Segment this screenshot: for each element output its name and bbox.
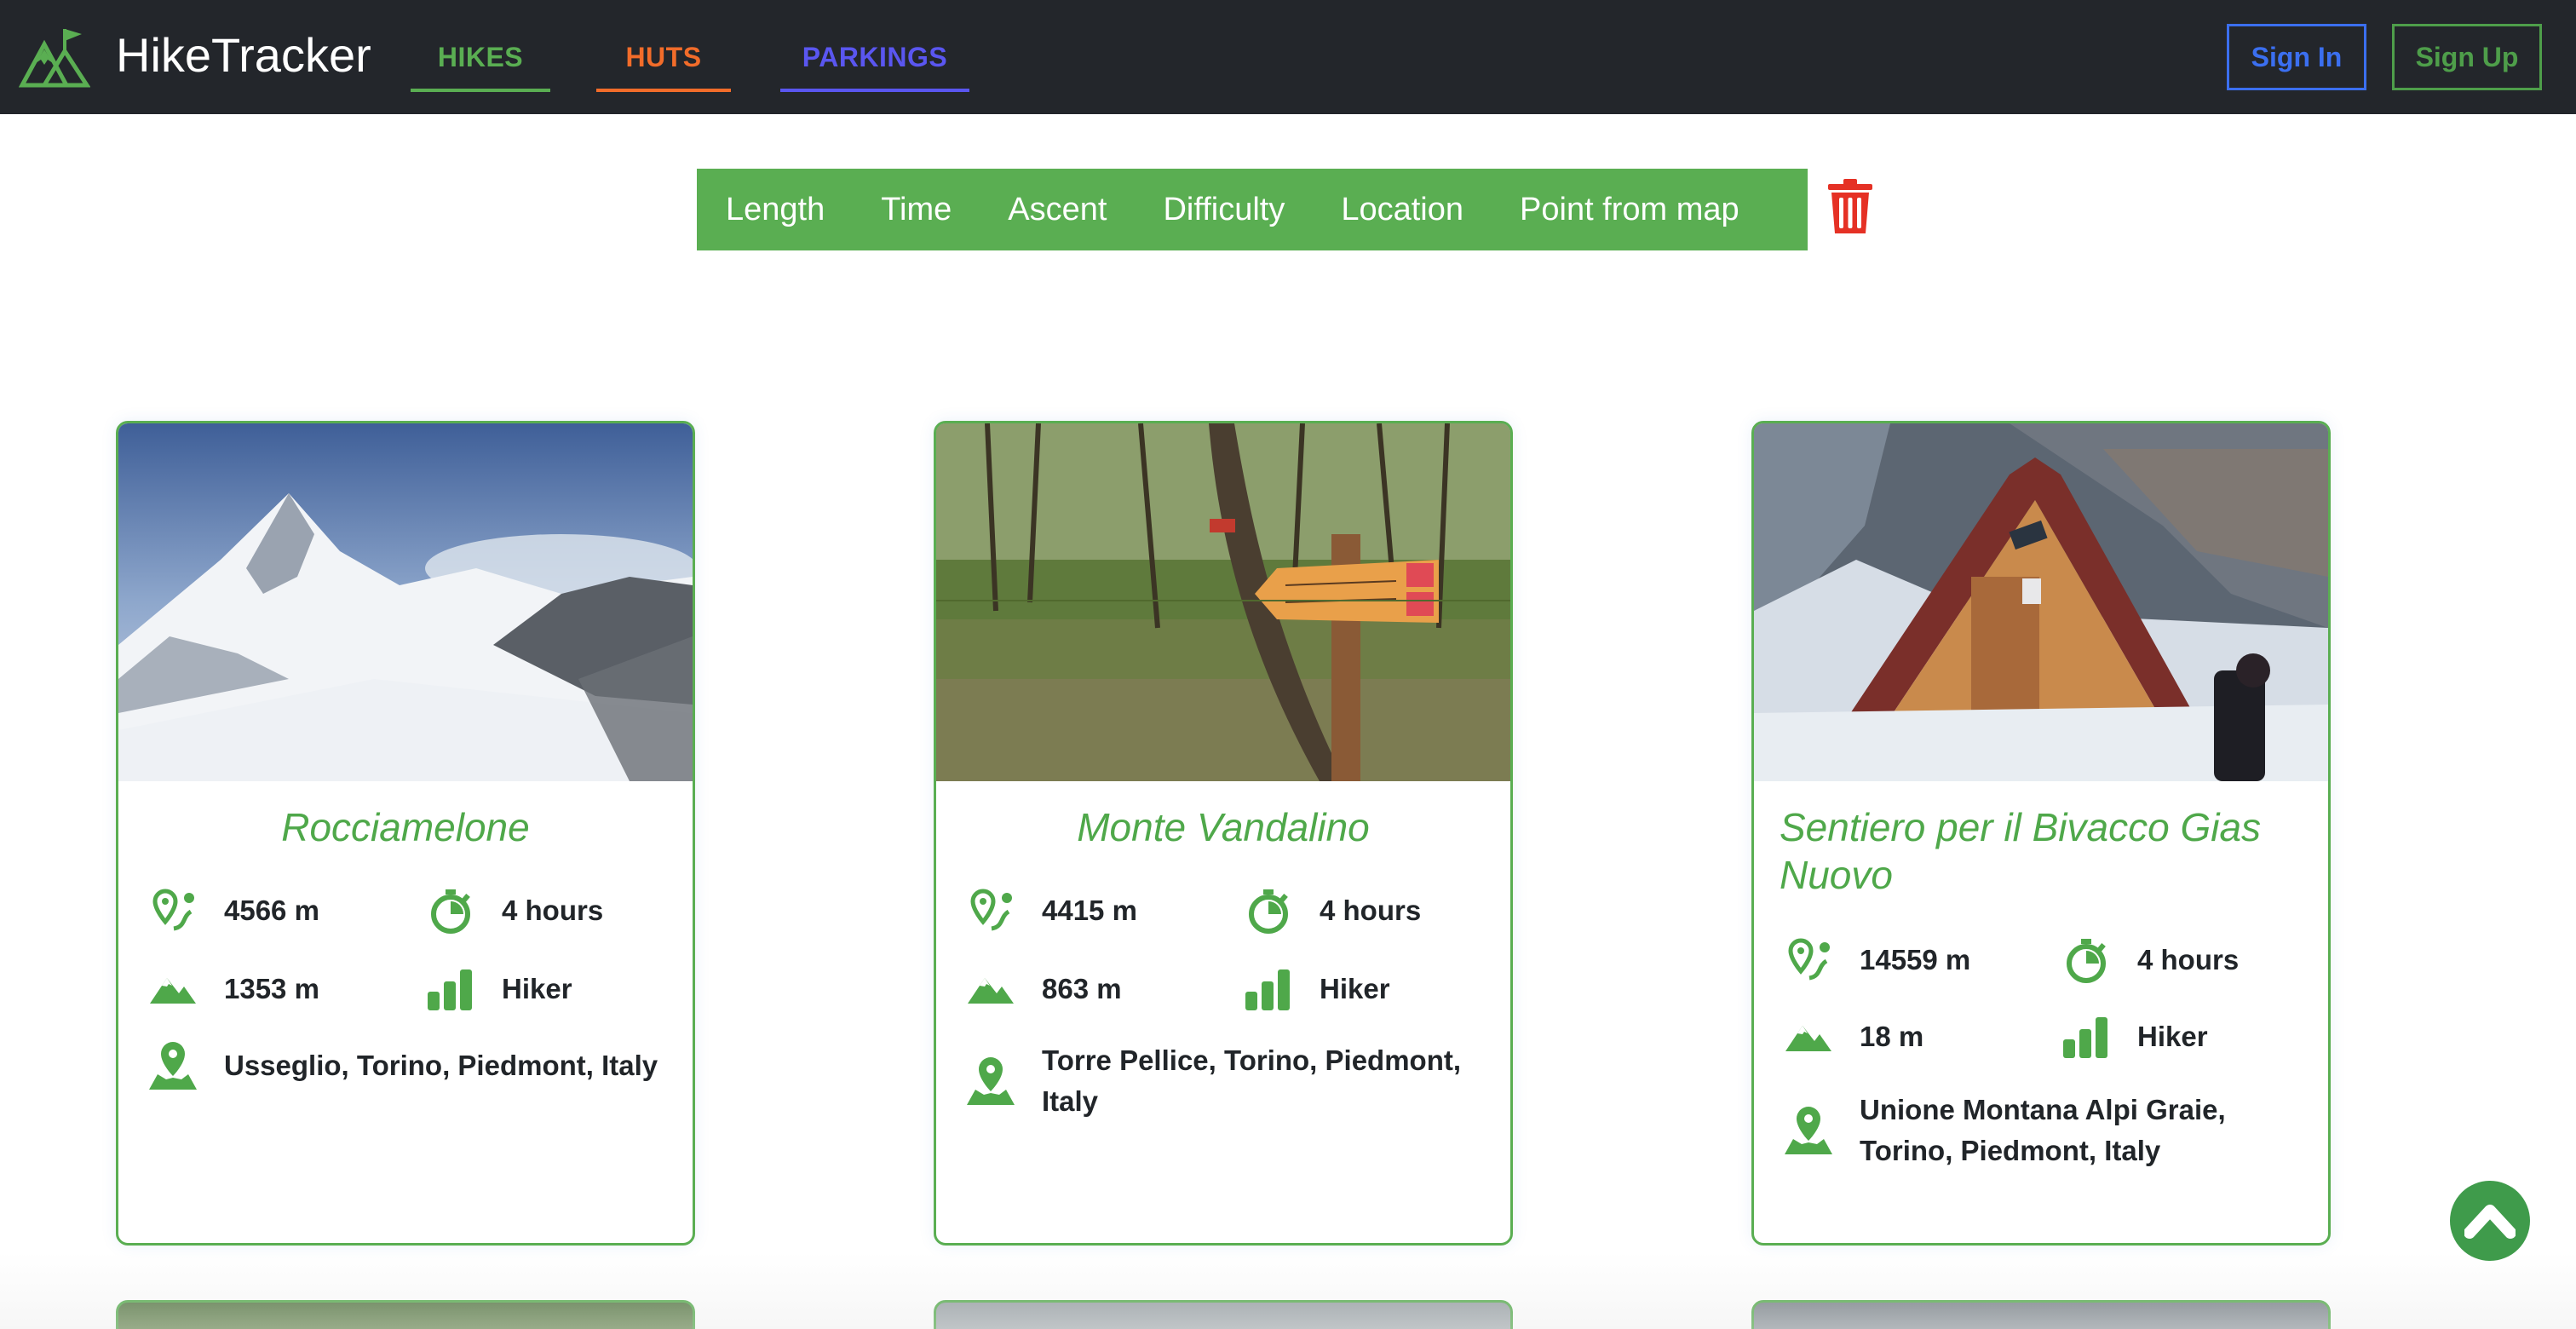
hike-card[interactable]: Sentiero per il Bivacco Gias Nuovo 14559… [1751,421,2331,1246]
navbar: HikeTracker HIKES HUTS PARKINGS Sign In … [0,0,2576,114]
route-pin-icon [965,885,1016,936]
hike-length: 14559 m [1783,935,1970,986]
filter-ascent[interactable]: Ascent [980,169,1135,250]
hike-location-value: Unione Montana Alpi Graie, Torino, Piedm… [1860,1094,2226,1166]
hike-time-value: 4 hours [2137,944,2240,975]
brand-name: HikeTracker [116,28,371,82]
hike-ascent: 863 m [965,964,1122,1015]
hike-title[interactable]: Rocciamelone [144,803,667,851]
filter-point-from-map[interactable]: Point from map [1492,169,1768,250]
hike-photo-bivouac-hut [1754,423,2328,781]
map-pin-icon [147,1040,198,1091]
hike-difficulty-value: Hiker [1320,973,1390,1004]
hike-difficulty: Hiker [1243,964,1390,1015]
hike-location-value: Usseglio, Torino, Piedmont, Italy [224,1050,658,1081]
route-pin-icon [147,885,198,936]
mountain-icon [1783,1011,1834,1062]
hike-location: Torre Pellice, Torino, Piedmont, Italy [965,1040,1485,1122]
hike-time: 4 hours [1243,885,1421,936]
hike-ascent: 18 m [1783,1011,1923,1062]
hike-card[interactable]: Rocciamelone 4566 m 4 hours 1353 m Hiker… [116,421,695,1246]
hike-time-value: 4 hours [1320,895,1422,926]
trash-icon[interactable] [1826,179,1874,235]
hike-location: Usseglio, Torino, Piedmont, Italy [147,1040,667,1091]
hike-photo-snowy-peak [118,423,693,781]
hike-length-value: 4415 m [1042,895,1137,926]
hike-length: 4415 m [965,885,1137,936]
filter-difficulty[interactable]: Difficulty [1135,169,1313,250]
hike-ascent-value: 1353 m [224,973,319,1004]
map-pin-icon [1783,1105,1834,1156]
filter-location[interactable]: Location [1313,169,1492,250]
hike-title[interactable]: Monte Vandalino [962,803,1485,851]
signal-bars-icon [425,964,476,1015]
stopwatch-icon [425,885,476,936]
hike-card-partial[interactable] [1751,1300,2331,1329]
filter-bar: Length Time Ascent Difficulty Location P… [697,169,1808,250]
hike-difficulty-value: Hiker [502,973,572,1004]
nav-hikes-link[interactable]: HIKES [411,36,550,92]
signal-bars-icon [1243,964,1294,1015]
hiketracker-logo-icon [19,29,90,88]
hike-time: 4 hours [425,885,603,936]
hike-time: 4 hours [2061,935,2239,986]
signal-bars-icon [2061,1011,2112,1062]
sign-up-button[interactable]: Sign Up [2392,24,2542,90]
hike-ascent: 1353 m [147,964,319,1015]
hike-location: Unione Montana Alpi Graie, Torino, Piedm… [1783,1090,2303,1171]
hike-photo-trail-sign [936,423,1510,781]
stopwatch-icon [2061,935,2112,986]
hike-difficulty: Hiker [425,964,572,1015]
hike-card-partial[interactable] [116,1300,695,1329]
hike-title[interactable]: Sentiero per il Bivacco Gias Nuovo [1780,803,2303,899]
brand[interactable]: HikeTracker [19,24,371,90]
hike-length-value: 14559 m [1860,944,1971,975]
map-pin-icon [965,1056,1016,1107]
nav-huts-link[interactable]: HUTS [596,36,731,92]
hike-length-value: 4566 m [224,895,319,926]
mountain-icon [965,964,1016,1015]
hike-difficulty: Hiker [2061,1011,2208,1062]
hike-time-value: 4 hours [502,895,604,926]
sign-in-button[interactable]: Sign In [2227,24,2366,90]
hike-difficulty-value: Hiker [2137,1021,2208,1052]
stopwatch-icon [1243,885,1294,936]
filter-length[interactable]: Length [697,169,853,250]
route-pin-icon [1783,935,1834,986]
hike-length: 4566 m [147,885,319,936]
nav-parkings-link[interactable]: PARKINGS [780,36,969,92]
filter-time[interactable]: Time [853,169,980,250]
hike-ascent-value: 18 m [1860,1021,1924,1052]
hike-card[interactable]: Monte Vandalino 4415 m 4 hours 863 m Hik… [934,421,1513,1246]
hike-ascent-value: 863 m [1042,973,1122,1004]
chevron-up-icon [2464,1205,2516,1239]
scroll-to-top-button[interactable] [2450,1181,2530,1261]
hike-location-value: Torre Pellice, Torino, Piedmont, Italy [1042,1044,1462,1117]
mountain-icon [147,964,198,1015]
hike-card-partial[interactable] [934,1300,1513,1329]
